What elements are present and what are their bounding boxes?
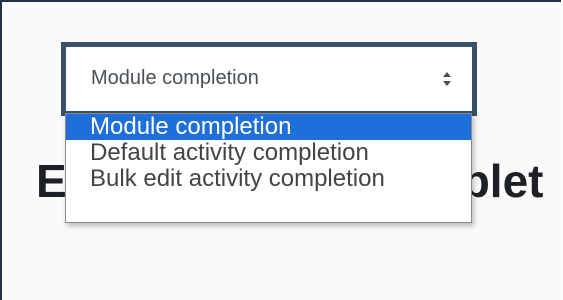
completion-type-select[interactable]: Module completion	[61, 42, 477, 116]
page-title-end: plet	[461, 155, 544, 207]
select-current-value: Module completion	[91, 67, 259, 89]
select-dropdown-list: Module completion Default activity compl…	[65, 113, 472, 223]
up-down-arrows-icon	[443, 72, 451, 86]
option-module-completion[interactable]: Module completion	[66, 114, 471, 140]
option-default-activity-completion[interactable]: Default activity completion	[66, 140, 471, 166]
page-title-start: E	[36, 155, 67, 207]
option-bulk-edit-activity-completion[interactable]: Bulk edit activity completion	[66, 166, 471, 192]
